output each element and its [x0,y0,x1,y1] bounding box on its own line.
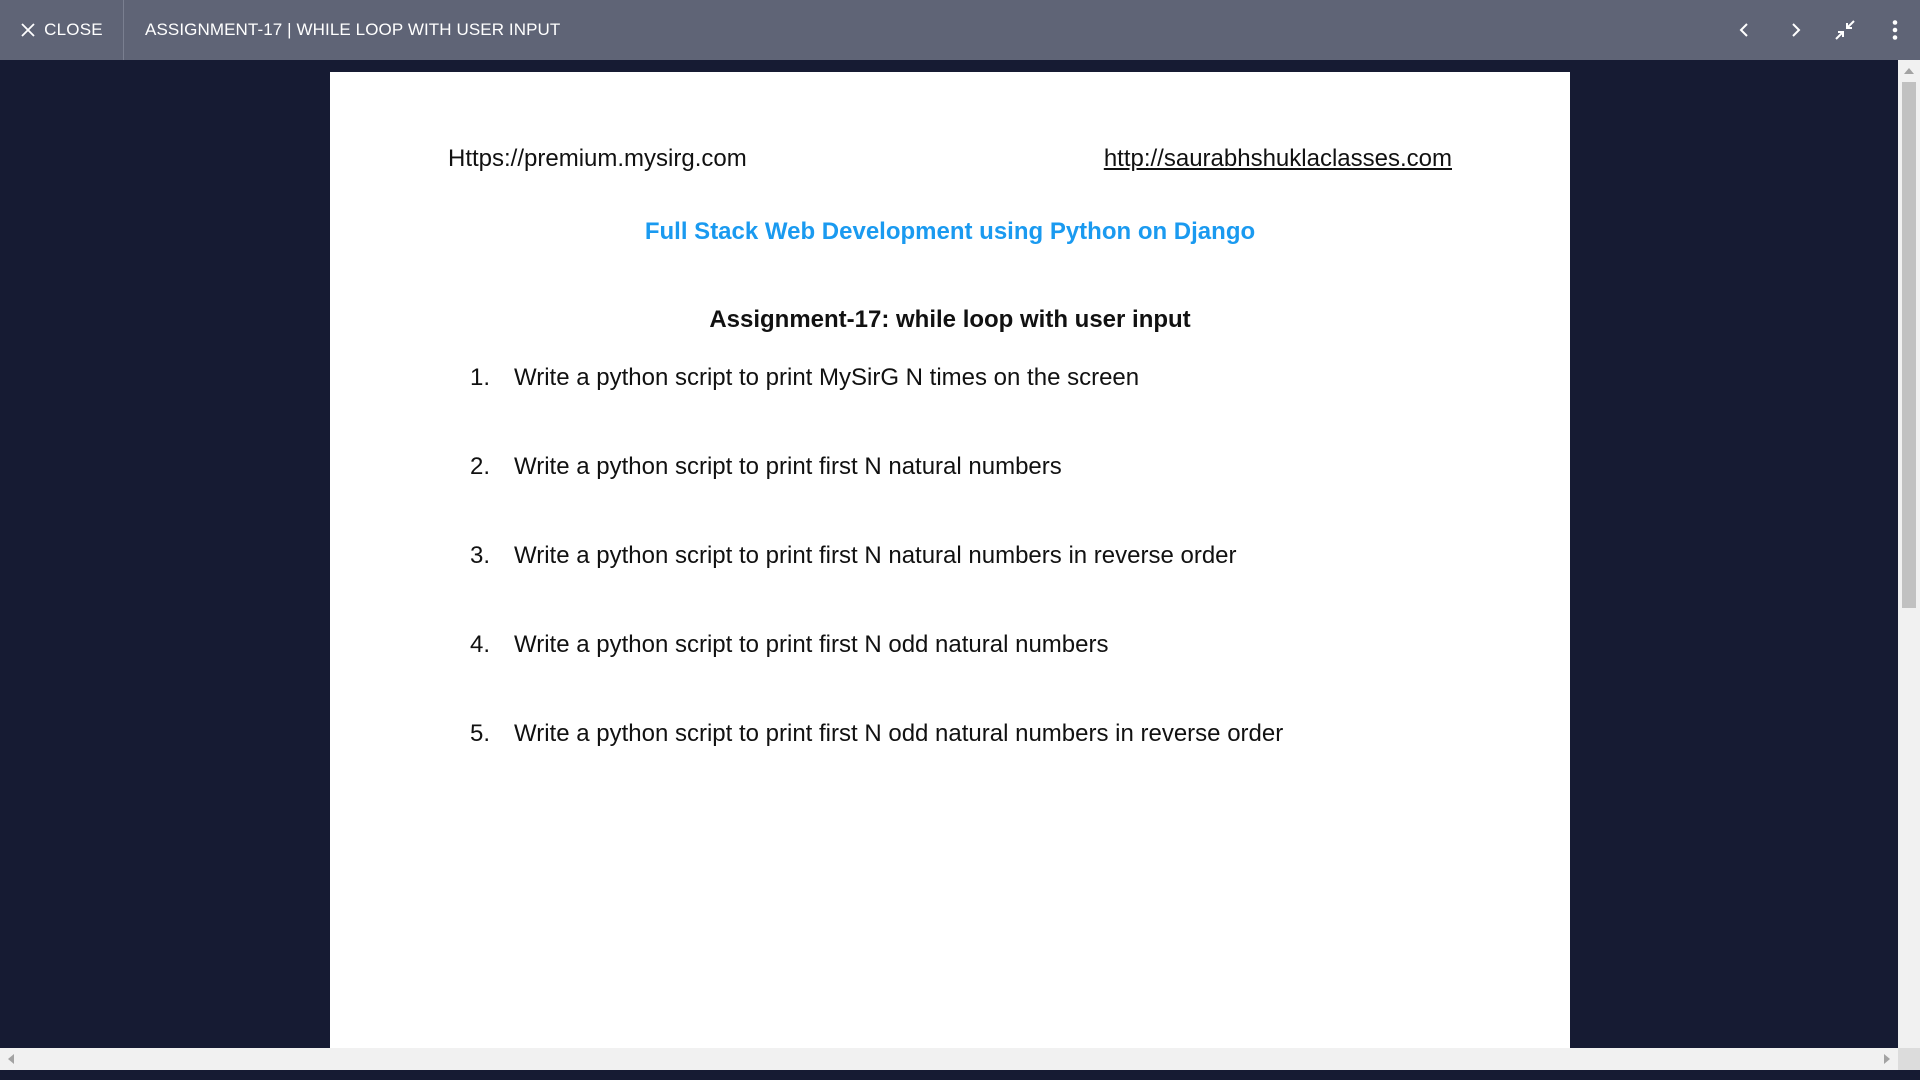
list-item: 5. Write a python script to print first … [470,720,1283,809]
minimize-icon [1835,20,1855,40]
item-number: 5. [470,720,491,747]
item-number: 2. [470,453,491,480]
close-button[interactable]: CLOSE [0,0,124,60]
top-actions [1720,0,1920,60]
course-title: Full Stack Web Development using Python … [644,218,1256,245]
more-vertical-icon [1892,20,1898,40]
list-item: 4. Write a python script to print first … [470,631,1283,720]
scroll-right-arrow-icon[interactable] [1884,1054,1890,1064]
top-bar: CLOSE ASSIGNMENT-17 | WHILE LOOP WITH US… [0,0,1920,60]
chevron-left-icon [1739,23,1748,37]
horizontal-scrollbar[interactable] [0,1048,1898,1070]
document-title: ASSIGNMENT-17 | WHILE LOOP WITH USER INP… [145,20,561,39]
assignment-list: 1. Write a python script to print MySirG… [470,364,1283,809]
item-text: Write a python script to print first N n… [514,453,1062,480]
next-button[interactable] [1770,0,1820,60]
list-item: 2. Write a python script to print first … [470,453,1283,542]
more-options-button[interactable] [1870,0,1920,60]
item-text: Write a python script to print MySirG N … [514,364,1140,391]
bottom-strip [0,1070,1920,1080]
document-viewer[interactable]: Https://premium.mysirg.com http://saurab… [0,60,1920,1072]
classes-link[interactable]: http://saurabhshuklaclasses.com [1104,145,1452,173]
item-number: 3. [470,542,491,569]
item-text: Write a python script to print first N o… [514,720,1284,747]
scroll-up-arrow-icon[interactable] [1904,68,1914,74]
premium-link: Https://premium.mysirg.com [448,145,747,172]
scrollbar-corner [1898,1048,1920,1070]
previous-button[interactable] [1720,0,1770,60]
item-text: Write a python script to print first N n… [514,542,1237,569]
item-number: 1. [470,364,491,391]
assignment-title: Assignment-17: while loop with user inpu… [709,306,1191,333]
vertical-scrollbar[interactable] [1898,60,1920,1070]
scroll-left-arrow-icon[interactable] [8,1054,14,1064]
close-icon [21,23,35,37]
vertical-scroll-thumb[interactable] [1902,82,1916,608]
item-number: 4. [470,631,491,658]
header-links: Https://premium.mysirg.com http://saurab… [448,145,1452,173]
list-item: 1. Write a python script to print MySirG… [470,364,1283,453]
document-page: Https://premium.mysirg.com http://saurab… [330,72,1570,1072]
chevron-right-icon [1792,23,1801,37]
exit-fullscreen-button[interactable] [1820,0,1870,60]
close-label: CLOSE [44,20,103,39]
list-item: 3. Write a python script to print first … [470,542,1283,631]
item-text: Write a python script to print first N o… [514,631,1109,658]
